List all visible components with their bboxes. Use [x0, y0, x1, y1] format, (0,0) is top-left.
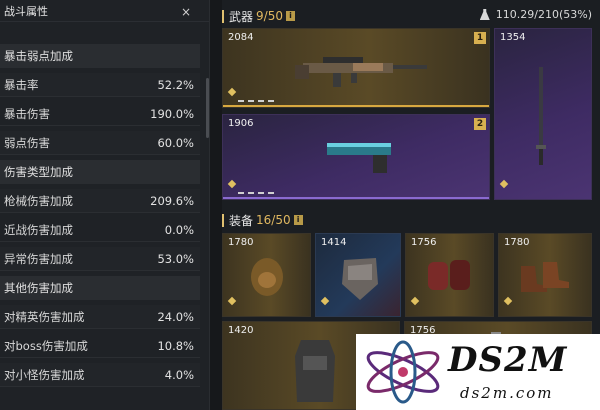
stat-value: 0.0% [164, 222, 194, 237]
stat-label: 弱点伤害 [4, 135, 50, 150]
stat-value: 52.2% [157, 77, 194, 92]
rifle-icon [295, 57, 427, 87]
stat-section-damage-type: 伤害类型加成 [0, 160, 200, 184]
vest-icon [295, 340, 335, 402]
stat-value: 24.0% [157, 309, 194, 324]
stat-row-status-damage: 异常伤害加成 53.0% [0, 247, 200, 271]
stat-row-melee-damage: 近战伤害加成 0.0% [0, 218, 200, 242]
stat-value: 190.0% [150, 106, 194, 121]
weapons-section-title: 武器 9/50 i [222, 7, 295, 25]
mod-slots [238, 100, 276, 102]
helmet-icon [251, 258, 283, 296]
stat-value: 4.0% [164, 367, 194, 382]
mask-icon [342, 258, 378, 300]
gloves-icon [428, 260, 470, 290]
stat-row-elite-damage: 对精英伤害加成 24.0% [0, 305, 200, 329]
weapons-count: 9/50 [256, 9, 283, 23]
boots-icon [521, 262, 569, 292]
rarity-diamond [499, 179, 509, 189]
gear-title: 装备 [229, 213, 254, 228]
stat-label: 异常伤害加成 [4, 251, 73, 266]
watermark: DS2M ds2m.com [356, 334, 600, 410]
stat-value: 10.8% [157, 338, 194, 353]
rarity-diamond [227, 296, 237, 306]
rarity-diamond [410, 296, 420, 306]
watermark-domain: ds2m.com [460, 384, 554, 402]
combat-stats-panel: 战斗属性 × 暴击弱点加成 暴击率 52.2% 暴击伤害 190.0% 弱点伤害… [0, 0, 210, 410]
power-rating: 1420 [228, 325, 254, 336]
weapon-card-sword[interactable]: 1354 [494, 28, 592, 200]
slot-badge: 1 [474, 32, 486, 44]
stat-label: 枪械伤害加成 [4, 193, 73, 208]
power-rating: 1780 [504, 237, 530, 248]
stat-row-crit-rate: 暴击率 52.2% [0, 73, 200, 97]
weapon-card-rifle[interactable]: 2084 1 [222, 28, 490, 108]
sword-icon [536, 67, 546, 165]
power-rating: 1756 [411, 237, 437, 248]
stat-label: 对小怪伤害加成 [4, 367, 85, 382]
stat-row-boss-damage: 对boss伤害加成 10.8% [0, 334, 200, 358]
pistol-icon [327, 143, 391, 173]
weapon-card-pistol[interactable]: 1906 2 [222, 114, 490, 200]
stat-label: 暴击率 [4, 77, 39, 92]
watermark-brand: DS2M [448, 340, 568, 380]
stat-section-label: 伤害类型加成 [4, 165, 73, 179]
info-icon[interactable]: i [285, 11, 295, 21]
stats-panel-header: 战斗属性 × [0, 0, 209, 22]
power-rating: 1906 [228, 118, 254, 129]
info-icon[interactable]: i [293, 215, 303, 225]
stat-section-label: 其他伤害加成 [4, 281, 73, 295]
rarity-diamond [227, 87, 237, 97]
rarity-diamond [227, 179, 237, 189]
stat-label: 近战伤害加成 [4, 222, 73, 237]
power-rating: 1354 [500, 32, 526, 43]
gear-card-mask[interactable]: 1414 [315, 233, 401, 317]
stat-value: 60.0% [157, 135, 194, 150]
gear-card-boots[interactable]: 1780 [498, 233, 592, 317]
stat-label: 对boss伤害加成 [4, 338, 88, 353]
stats-scrollbar[interactable] [206, 78, 209, 138]
stat-section-other: 其他伤害加成 [0, 276, 200, 300]
stats-panel-title: 战斗属性 [4, 5, 48, 18]
power-rating: 1414 [321, 237, 347, 248]
power-rating: 2084 [228, 32, 254, 43]
stat-row-weakspot-damage: 弱点伤害 60.0% [0, 131, 200, 155]
stat-label: 对精英伤害加成 [4, 309, 85, 324]
weight-icon [479, 9, 490, 20]
stat-section-label: 暴击弱点加成 [4, 49, 73, 63]
gear-count: 16/50 [256, 213, 291, 227]
gear-card-helmet[interactable]: 1780 [222, 233, 311, 317]
mod-slots [238, 192, 276, 194]
stat-row-gun-damage: 枪械伤害加成 209.6% [0, 189, 200, 213]
gear-section-title: 装备 16/50 i [222, 211, 303, 229]
rarity-diamond [503, 296, 513, 306]
stat-value: 53.0% [157, 251, 194, 266]
atom-logo-icon [366, 340, 440, 404]
stat-row-minion-damage: 对小怪伤害加成 4.0% [0, 363, 200, 387]
panel-divider [210, 0, 222, 410]
stat-value: 209.6% [150, 193, 194, 208]
carry-weight: 110.29/210(53%) [479, 8, 592, 21]
weapons-title: 武器 [229, 9, 254, 24]
gear-card-gloves[interactable]: 1756 [405, 233, 494, 317]
close-icon[interactable]: × [181, 5, 191, 19]
power-rating: 1780 [228, 237, 254, 248]
slot-badge: 2 [474, 118, 486, 130]
stat-row-crit-damage: 暴击伤害 190.0% [0, 102, 200, 126]
stat-section-crit: 暴击弱点加成 [0, 44, 200, 68]
stat-label: 暴击伤害 [4, 106, 50, 121]
rarity-diamond [320, 296, 330, 306]
carry-weight-value: 110.29/210(53%) [495, 8, 592, 21]
